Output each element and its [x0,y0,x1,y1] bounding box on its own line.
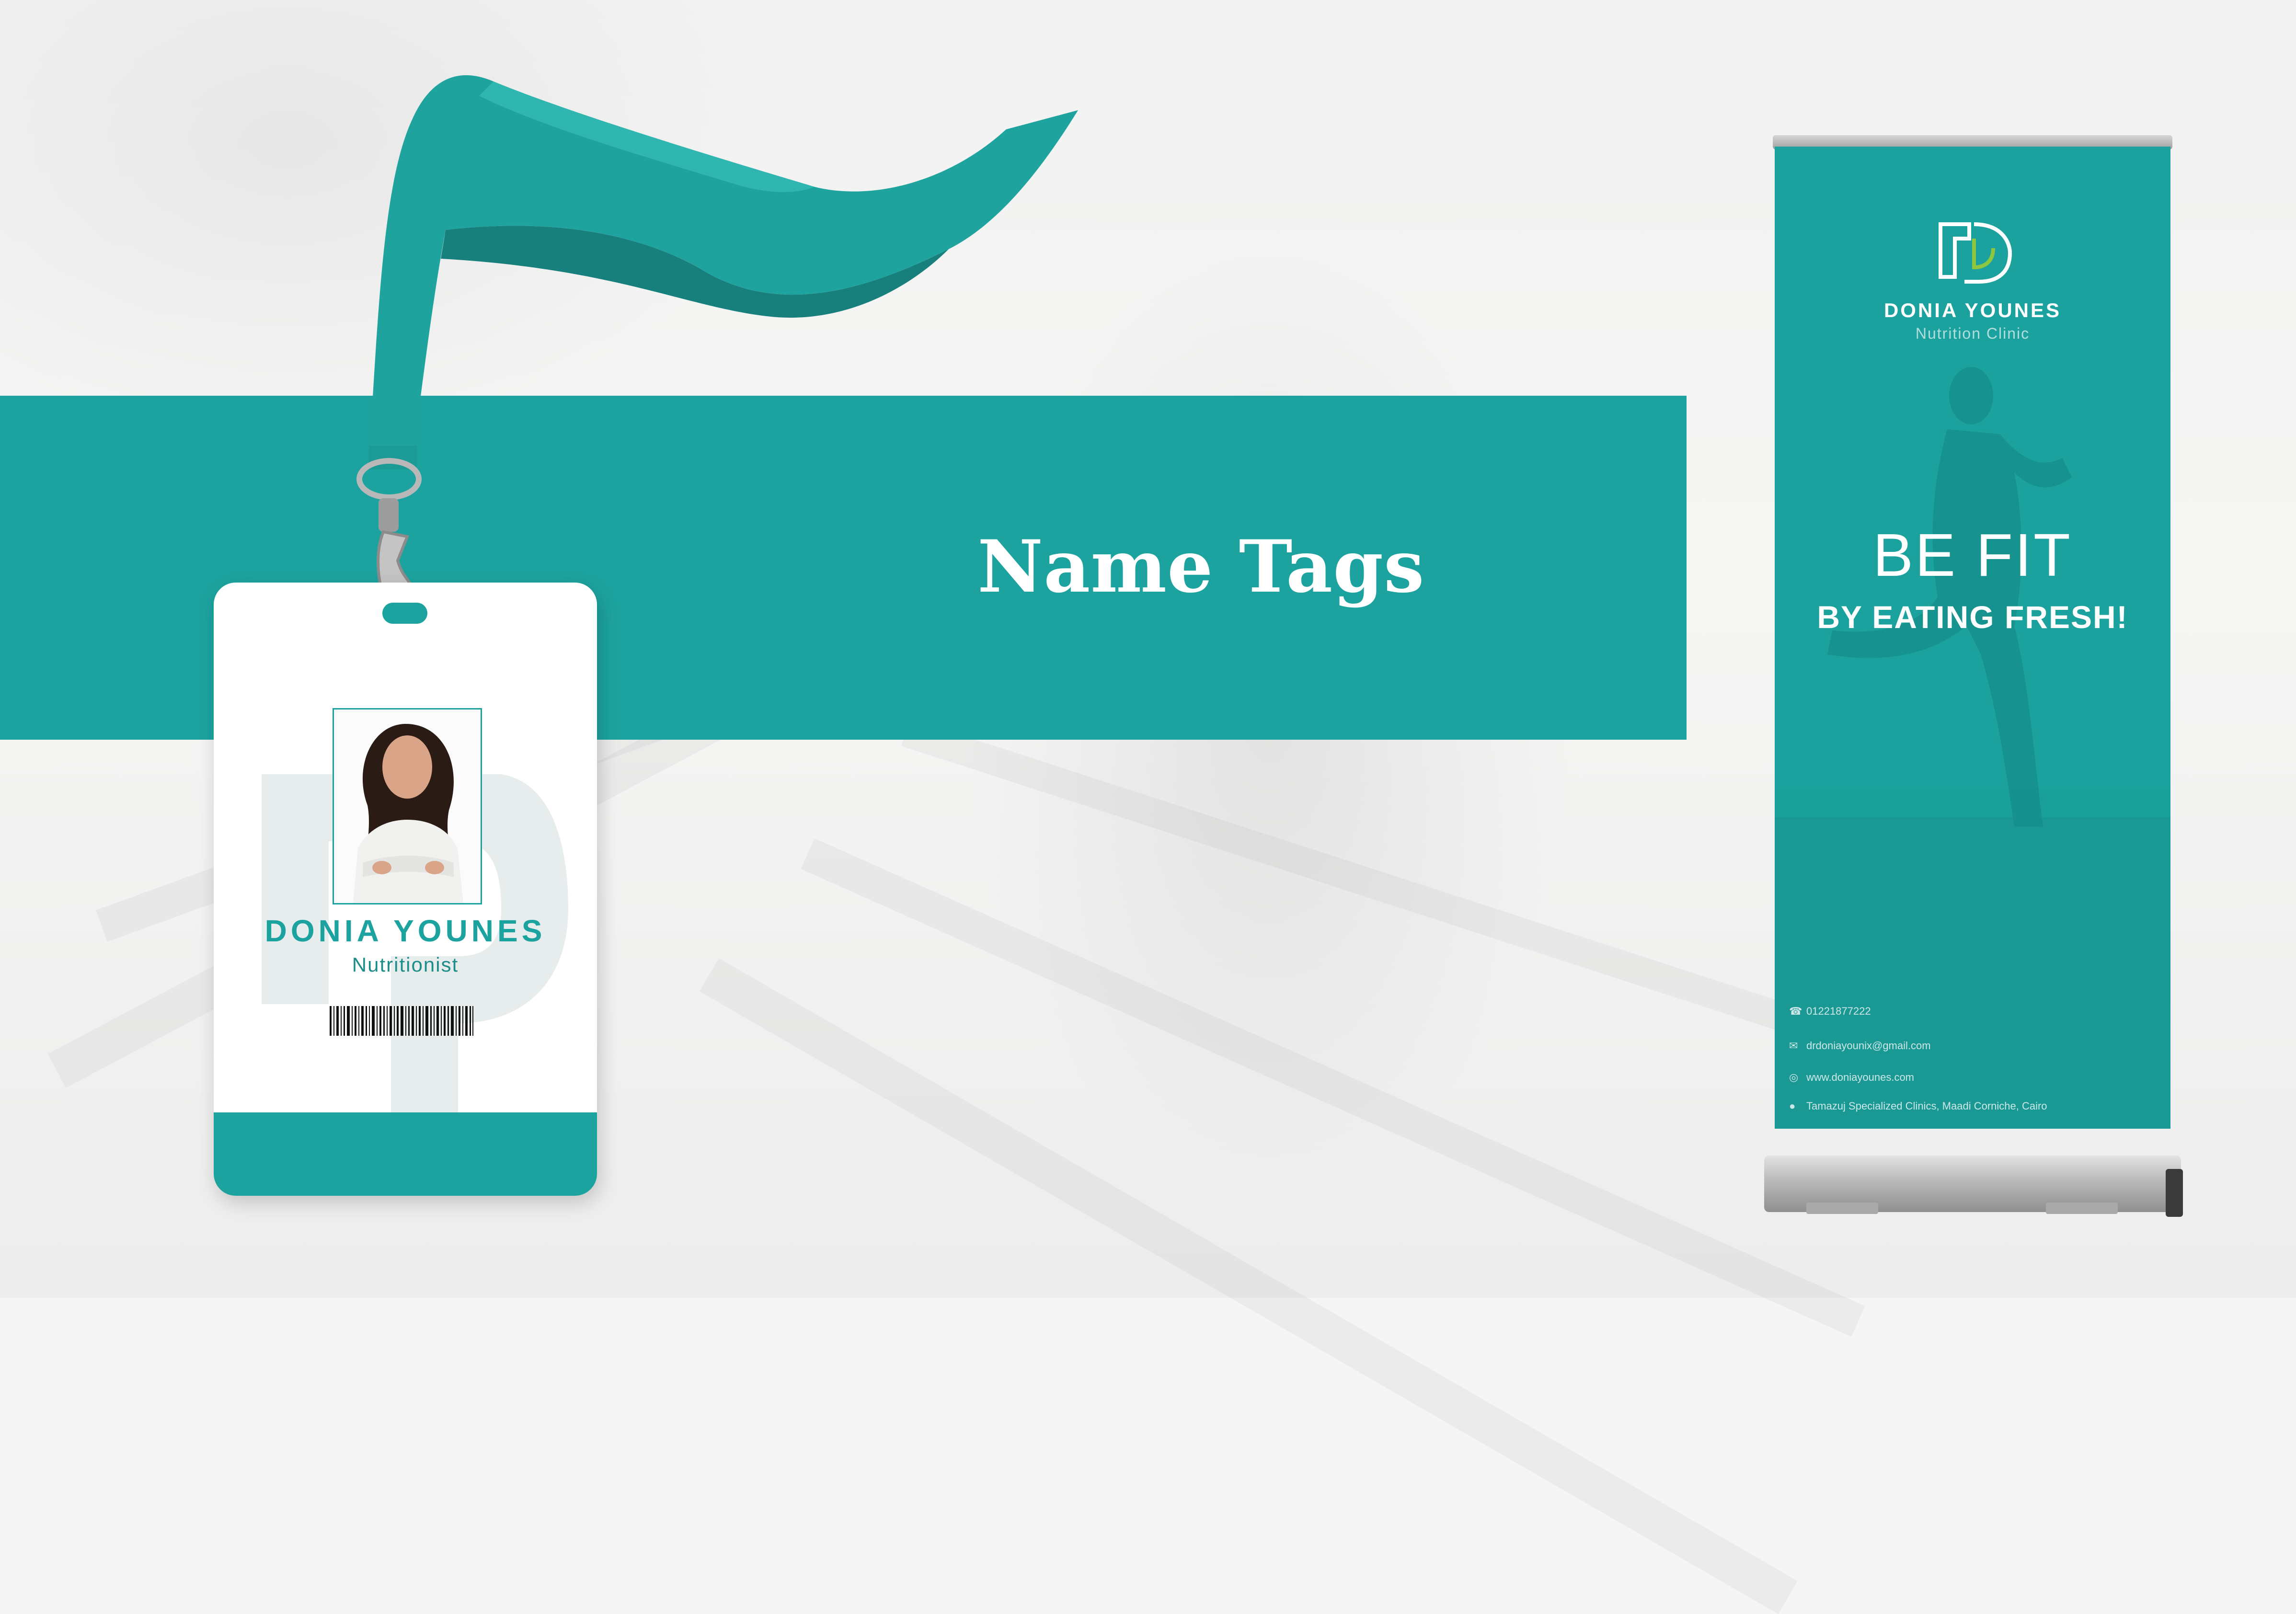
mail-icon: ✉ [1789,1040,1798,1052]
contact-website: ◎ www.doniayounes.com [1789,1071,1914,1084]
badge-role: Nutritionist [352,953,459,976]
badge-slot [382,603,427,624]
globe-icon: ◎ [1789,1071,1799,1083]
rollup-tagline: BY EATING FRESH! [1817,599,2128,635]
contact-address-text: Tamazuj Specialized Clinics, Maadi Corni… [1806,1100,2047,1112]
contact-email-text: drdoniayounix@gmail.com [1806,1040,1931,1052]
portrait-image [334,710,481,903]
clinic-logo-icon [1939,222,2012,284]
rollup-banner: DONIA YOUNES Nutrition Clinic BE FIT BY … [1775,147,2170,1129]
rollup-brand-name: DONIA YOUNES [1883,299,2062,321]
contact-address: ● Tamazuj Specialized Clinics, Maadi Corn… [1789,1100,2047,1112]
contact-phone: ☎ 01221877222 [1789,1005,1871,1018]
rollup-foot-right [2046,1202,2118,1214]
location-icon: ● [1789,1100,1796,1112]
contact-phone-text: 01221877222 [1806,1005,1871,1017]
rollup-base-cap [2166,1169,2183,1217]
barcode-icon [330,1006,473,1036]
lanyard [356,75,1078,620]
phone-icon: ☎ [1789,1005,1802,1017]
contact-website-text: www.doniayounes.com [1806,1071,1915,1083]
rollup-brand-subtitle: Nutrition Clinic [1915,325,2030,342]
runner-silhouette [1775,367,2170,1129]
id-badge: DONIA YOUNES Nutritionist [214,583,597,1196]
badge-name: DONIA YOUNES [264,914,546,948]
contact-email: ✉ drdoniayounix@gmail.com [1789,1040,1931,1052]
profile-photo [333,708,482,904]
badge-footer-band [214,1112,597,1196]
rollup-foot-left [1806,1202,1878,1214]
rollup-headline: BE FIT [1872,521,2073,589]
